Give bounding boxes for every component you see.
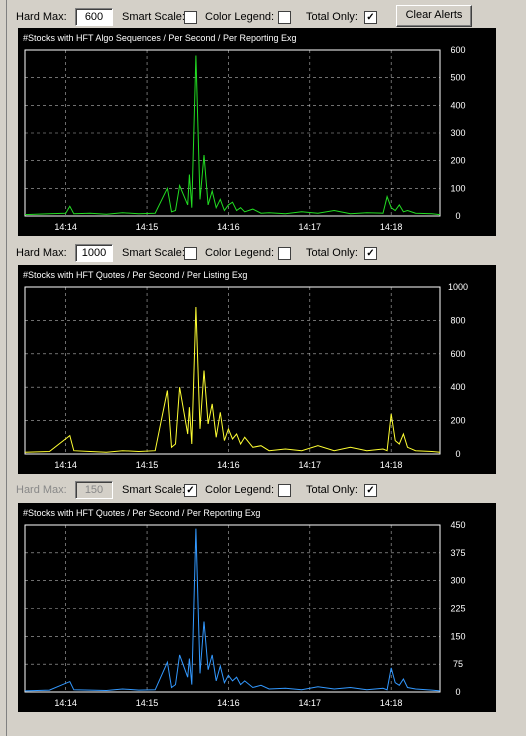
x-tick-label: 14:16 <box>217 460 240 470</box>
hard-max-input[interactable]: 150 <box>75 481 113 499</box>
chart-3-svg: #Stocks with HFT Quotes / Per Second / P… <box>23 508 466 708</box>
series-line <box>24 306 441 453</box>
y-tick-label: 375 <box>450 548 465 558</box>
x-tick-label: 14:18 <box>380 222 403 232</box>
total-only-checkbox[interactable]: ✓ <box>364 11 377 24</box>
x-tick-label: 14:14 <box>54 698 77 708</box>
chart-3: #Stocks with HFT Quotes / Per Second / P… <box>18 503 496 712</box>
x-tick-label: 14:15 <box>136 698 159 708</box>
chart-title: #Stocks with HFT Quotes / Per Second / P… <box>23 270 247 280</box>
chart-title: #Stocks with HFT Quotes / Per Second / P… <box>23 508 260 518</box>
plot-frame <box>24 286 441 455</box>
total-only-checkbox[interactable]: ✓ <box>364 247 377 260</box>
chart-2: #Stocks with HFT Quotes / Per Second / P… <box>18 265 496 474</box>
y-tick-label: 100 <box>450 183 465 193</box>
color-legend-checkbox[interactable] <box>278 247 291 260</box>
series-line <box>24 55 441 216</box>
y-tick-label: 400 <box>450 100 465 110</box>
hard-max-input[interactable]: 600 <box>75 8 113 26</box>
x-tick-label: 14:16 <box>217 222 240 232</box>
left-window-edge <box>0 0 7 736</box>
chart-1: #Stocks with HFT Algo Sequences / Per Se… <box>18 28 496 236</box>
chart-title: #Stocks with HFT Algo Sequences / Per Se… <box>23 33 296 43</box>
x-tick-label: 14:17 <box>299 698 322 708</box>
y-tick-label: 200 <box>450 416 465 426</box>
clear-alerts-button[interactable]: Clear Alerts <box>396 5 472 27</box>
smart-scale-label: Smart Scale: <box>122 484 185 496</box>
color-legend-label: Color Legend: <box>205 247 275 259</box>
smart-scale-checkbox[interactable] <box>184 247 197 260</box>
total-only-label: Total Only: <box>306 247 358 259</box>
smart-scale-label: Smart Scale: <box>122 247 185 259</box>
y-tick-label: 75 <box>453 659 463 669</box>
x-tick-label: 14:15 <box>136 460 159 470</box>
y-tick-label: 800 <box>450 315 465 325</box>
hard-max-label: Hard Max: <box>16 484 67 496</box>
smart-scale-checkbox[interactable]: ✓ <box>184 484 197 497</box>
y-tick-label: 225 <box>450 604 465 614</box>
y-tick-label: 0 <box>455 449 460 459</box>
y-tick-label: 150 <box>450 631 465 641</box>
color-legend-checkbox[interactable] <box>278 484 291 497</box>
y-tick-label: 600 <box>450 45 465 55</box>
color-legend-label: Color Legend: <box>205 484 275 496</box>
y-tick-label: 300 <box>450 128 465 138</box>
y-tick-label: 0 <box>455 687 460 697</box>
panel-2-controls: Hard Max: 1000 Smart Scale: Color Legend… <box>16 244 518 264</box>
total-only-label: Total Only: <box>306 484 358 496</box>
y-tick-label: 450 <box>450 520 465 530</box>
panel-3-controls: Hard Max: 150 Smart Scale: ✓ Color Legen… <box>16 481 518 501</box>
hard-max-label: Hard Max: <box>16 247 67 259</box>
x-tick-label: 14:17 <box>299 222 322 232</box>
y-tick-label: 200 <box>450 156 465 166</box>
x-tick-label: 14:14 <box>54 460 77 470</box>
total-only-label: Total Only: <box>306 11 358 23</box>
y-tick-label: 400 <box>450 382 465 392</box>
x-tick-label: 14:18 <box>380 698 403 708</box>
panel-1-controls: Hard Max: 600 Smart Scale: Color Legend:… <box>16 5 518 28</box>
smart-scale-checkbox[interactable] <box>184 11 197 24</box>
x-tick-label: 14:16 <box>217 698 240 708</box>
x-tick-label: 14:17 <box>299 460 322 470</box>
chart-1-svg: #Stocks with HFT Algo Sequences / Per Se… <box>23 33 466 232</box>
x-tick-label: 14:15 <box>136 222 159 232</box>
smart-scale-label: Smart Scale: <box>122 11 185 23</box>
hard-max-label: Hard Max: <box>16 11 67 23</box>
y-tick-label: 1000 <box>448 282 468 292</box>
x-tick-label: 14:18 <box>380 460 403 470</box>
y-tick-label: 500 <box>450 73 465 83</box>
y-tick-label: 0 <box>455 211 460 221</box>
hard-max-input[interactable]: 1000 <box>75 244 113 262</box>
x-tick-label: 14:14 <box>54 222 77 232</box>
chart-2-svg: #Stocks with HFT Quotes / Per Second / P… <box>23 270 468 470</box>
color-legend-checkbox[interactable] <box>278 11 291 24</box>
color-legend-label: Color Legend: <box>205 11 275 23</box>
total-only-checkbox[interactable]: ✓ <box>364 484 377 497</box>
y-tick-label: 600 <box>450 349 465 359</box>
y-tick-label: 300 <box>450 576 465 586</box>
